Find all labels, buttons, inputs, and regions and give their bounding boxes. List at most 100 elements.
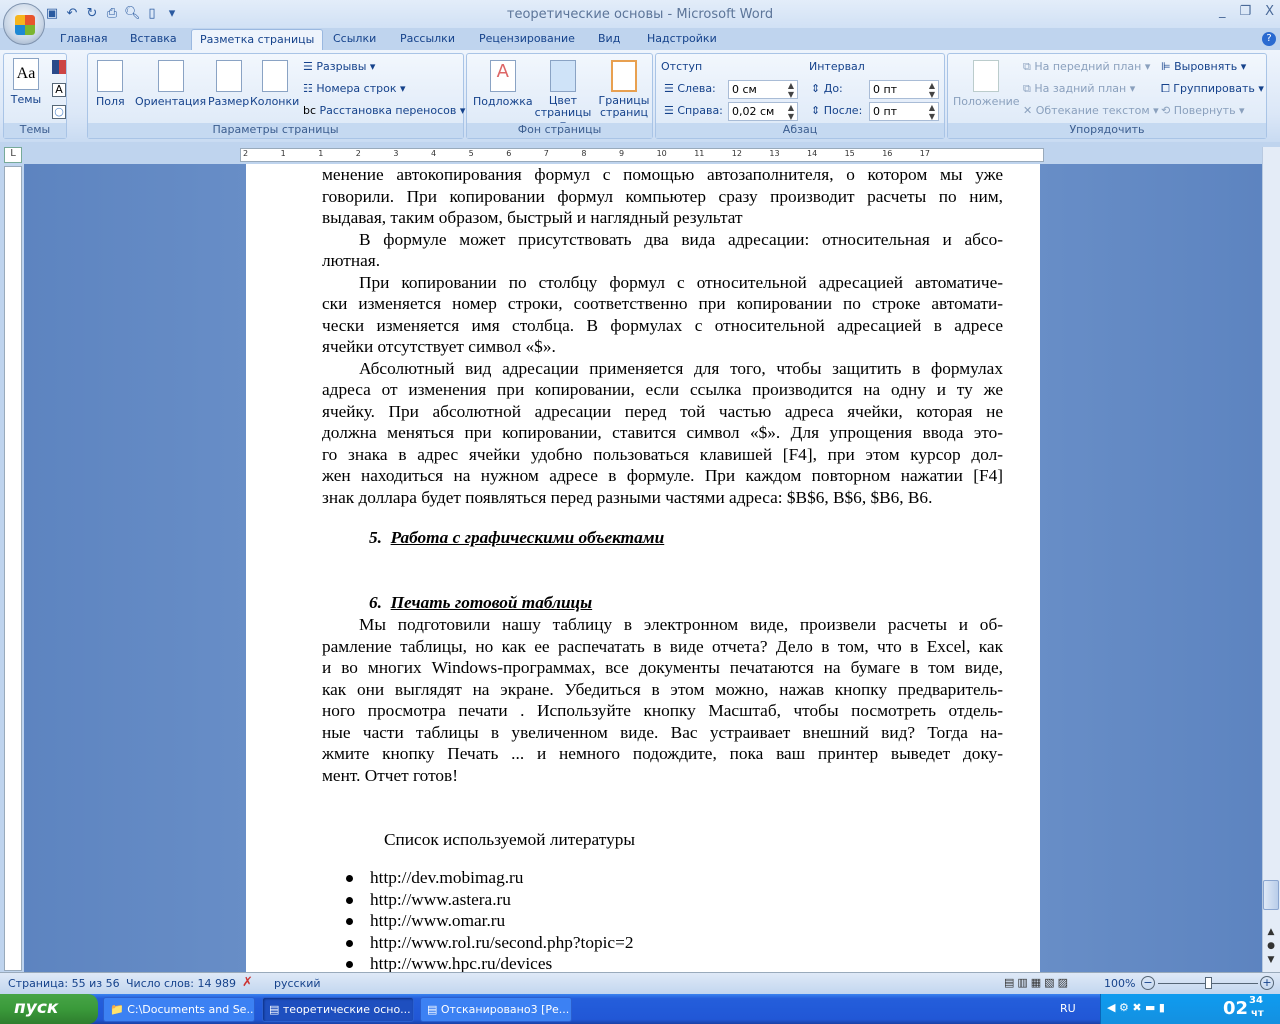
- tab-selector[interactable]: L: [4, 147, 22, 163]
- orientation-button[interactable]: Ориентация: [135, 60, 206, 108]
- references-title: Список используемой литературы: [384, 830, 635, 849]
- breaks-button[interactable]: ☰ Разрывы ▾: [303, 60, 375, 73]
- ruler-mark: 9: [619, 149, 625, 158]
- bring-front-button[interactable]: ⧉ На передний план ▾: [1023, 60, 1150, 74]
- tab-insert[interactable]: Вставка: [130, 32, 177, 45]
- close-button[interactable]: X: [1265, 4, 1274, 19]
- themes-icon: Aa: [13, 58, 39, 90]
- taskbar-item-scan[interactable]: ▤ Отсканировано3 [Ре...: [420, 997, 572, 1022]
- position-button[interactable]: Положение: [953, 60, 1020, 108]
- tab-view[interactable]: Вид: [598, 32, 620, 45]
- vertical-ruler[interactable]: [4, 166, 22, 971]
- minimize-button[interactable]: _: [1219, 4, 1226, 19]
- rotate-icon: ⟲: [1161, 104, 1174, 117]
- quick-access-toolbar: ▣ ↶ ↻ ⎙ 🔍︎ ▯ ▾: [44, 4, 180, 24]
- restore-button[interactable]: ❐: [1239, 4, 1251, 19]
- spacing-after-input[interactable]: 0 пт ▲ ▼: [869, 102, 939, 121]
- horizontal-ruler[interactable]: 2 1 1 2 3 4 5 6 7 8 9 10 11 12 13 14 15 16 17: [240, 148, 1044, 162]
- indent-heading: Отступ: [661, 60, 703, 73]
- send-back-button[interactable]: ⧉ На задний план ▾: [1023, 82, 1135, 96]
- align-label: Выровнять ▾: [1174, 60, 1247, 73]
- text-line: ски изменяется номер строки, соответстве…: [322, 294, 1003, 313]
- group-page-setup: Поля Ориентация Размер Колонки ☰ Разрывы…: [87, 53, 465, 139]
- help-icon[interactable]: ?: [1262, 32, 1276, 46]
- group-label: Упорядочить: [948, 123, 1266, 138]
- line-numbers-button[interactable]: ☷ Номера строк ▾: [303, 82, 405, 95]
- customize-qat-icon[interactable]: ▾: [164, 6, 180, 22]
- zoom-in-icon[interactable]: +: [1260, 976, 1274, 990]
- undo-icon[interactable]: ↶: [64, 6, 80, 22]
- page-borders-button[interactable]: Границы страниц: [597, 60, 651, 119]
- tab-mailings[interactable]: Рассылки: [400, 32, 455, 45]
- window-title: теоретические основы - Microsoft Word: [506, 7, 774, 22]
- margins-button[interactable]: Поля: [96, 60, 125, 108]
- position-label: Положение: [953, 95, 1020, 108]
- text-wrap-button[interactable]: ✕ Обтекание текстом ▾: [1023, 104, 1159, 117]
- ruler-mark: 10: [656, 149, 667, 158]
- spacing-before-input[interactable]: 0 пт ▲ ▼: [869, 80, 939, 99]
- document-page[interactable]: менение автокопирования формул с помощью…: [246, 164, 1040, 972]
- taskbar-item-word[interactable]: ▤ теоретические осно...: [262, 997, 414, 1022]
- page-color-button[interactable]: Цвет страницы ▾: [533, 60, 593, 131]
- tab-review[interactable]: Рецензирование: [479, 32, 575, 45]
- page-counter[interactable]: Страница: 55 из 56: [8, 977, 120, 990]
- group-page-background: A Подложка Цвет страницы ▾ Границы страни…: [466, 53, 653, 139]
- size-button[interactable]: Размер: [208, 60, 249, 108]
- rotate-button[interactable]: ⟲ Повернуть ▾: [1161, 104, 1245, 117]
- theme-effects-icon[interactable]: ○: [52, 105, 66, 119]
- taskbar-item-explorer[interactable]: 📁 C:\Documents and Se...: [103, 997, 255, 1022]
- title-bar: теоретические основы - Microsoft Word ▣ …: [0, 0, 1280, 28]
- scrollbar-thumb[interactable]: [1263, 880, 1279, 910]
- text-line: чески изменяется имя столбца. В формулах…: [322, 315, 1003, 335]
- tab-home[interactable]: Главная: [60, 32, 108, 45]
- spinner-icon[interactable]: ▲ ▼: [929, 103, 935, 121]
- theme-fonts-icon[interactable]: A: [52, 83, 66, 97]
- theme-colors-icon[interactable]: [52, 60, 66, 74]
- bullet-icon: [346, 939, 353, 947]
- reference-item: http://www.astera.ru: [370, 889, 511, 909]
- taskbar-item-label: теоретические осно...: [282, 1003, 411, 1016]
- print-icon[interactable]: ⎙: [104, 6, 120, 22]
- watermark-button[interactable]: A Подложка: [473, 60, 533, 108]
- heading-text: Печать готовой таблицы: [390, 593, 593, 612]
- group-button[interactable]: ⧠ Группировать ▾: [1161, 82, 1264, 96]
- spacing-before-label: ⇕ До:: [811, 82, 843, 95]
- reference-item: http://www.hpc.ru/devices: [370, 954, 553, 972]
- text-line: как они выглядят на экране. Убедиться в …: [322, 679, 1003, 699]
- view-buttons[interactable]: ▤▥▦▧▨: [1004, 976, 1071, 989]
- redo-icon[interactable]: ↻: [84, 6, 100, 22]
- spinner-icon[interactable]: ▲ ▼: [929, 81, 935, 99]
- spellcheck-icon[interactable]: ✗: [242, 975, 253, 990]
- hyphenation-label: Расстановка переносов ▾: [319, 104, 466, 117]
- tab-page-layout[interactable]: Разметка страницы: [191, 29, 324, 51]
- indent-right-input[interactable]: 0,02 см ▲ ▼: [728, 102, 798, 121]
- browse-controls[interactable]: ▲ ● ▼: [1265, 925, 1277, 967]
- tab-references[interactable]: Ссылки: [333, 32, 376, 45]
- start-button[interactable]: пуск: [0, 994, 98, 1024]
- vertical-scrollbar[interactable]: [1262, 147, 1280, 972]
- preview-icon[interactable]: 🔍︎: [124, 6, 141, 22]
- hyphenation-button[interactable]: bc Расстановка переносов ▾: [303, 104, 465, 117]
- word-count[interactable]: Число слов: 14 989: [126, 977, 236, 990]
- ruler-mark: 1: [318, 149, 324, 158]
- text-line: ячейки отсутствует символ «$».: [322, 337, 556, 356]
- themes-button[interactable]: Aa Темы: [10, 58, 42, 106]
- spinner-icon[interactable]: ▲ ▼: [788, 103, 794, 121]
- language[interactable]: русский: [274, 977, 321, 990]
- tray-icons[interactable]: ◀ ⚙ ✖ ▬ ▮: [1107, 1001, 1165, 1014]
- columns-button[interactable]: Колонки: [250, 60, 299, 108]
- align-button[interactable]: ⊫ Выровнять ▾: [1161, 60, 1246, 73]
- language-indicator[interactable]: RU: [1060, 1002, 1076, 1015]
- zoom-level[interactable]: 100%: [1104, 977, 1135, 990]
- zoom-slider-knob[interactable]: [1205, 977, 1212, 989]
- text-line: Мы подготовили нашу таблицу в электронно…: [359, 615, 1003, 634]
- new-icon[interactable]: ▯: [144, 6, 160, 22]
- tab-addins[interactable]: Надстройки: [647, 32, 717, 45]
- text-line: Абсолютный вид адресации применяется для…: [359, 358, 1003, 378]
- office-button[interactable]: [3, 3, 45, 45]
- spinner-icon[interactable]: ▲ ▼: [788, 81, 794, 99]
- zoom-out-icon[interactable]: −: [1141, 976, 1155, 990]
- save-icon[interactable]: ▣: [44, 6, 60, 22]
- indent-left-input[interactable]: 0 см ▲ ▼: [728, 80, 798, 99]
- taskbar-item-label: Отсканировано3 [Ре...: [440, 1003, 570, 1016]
